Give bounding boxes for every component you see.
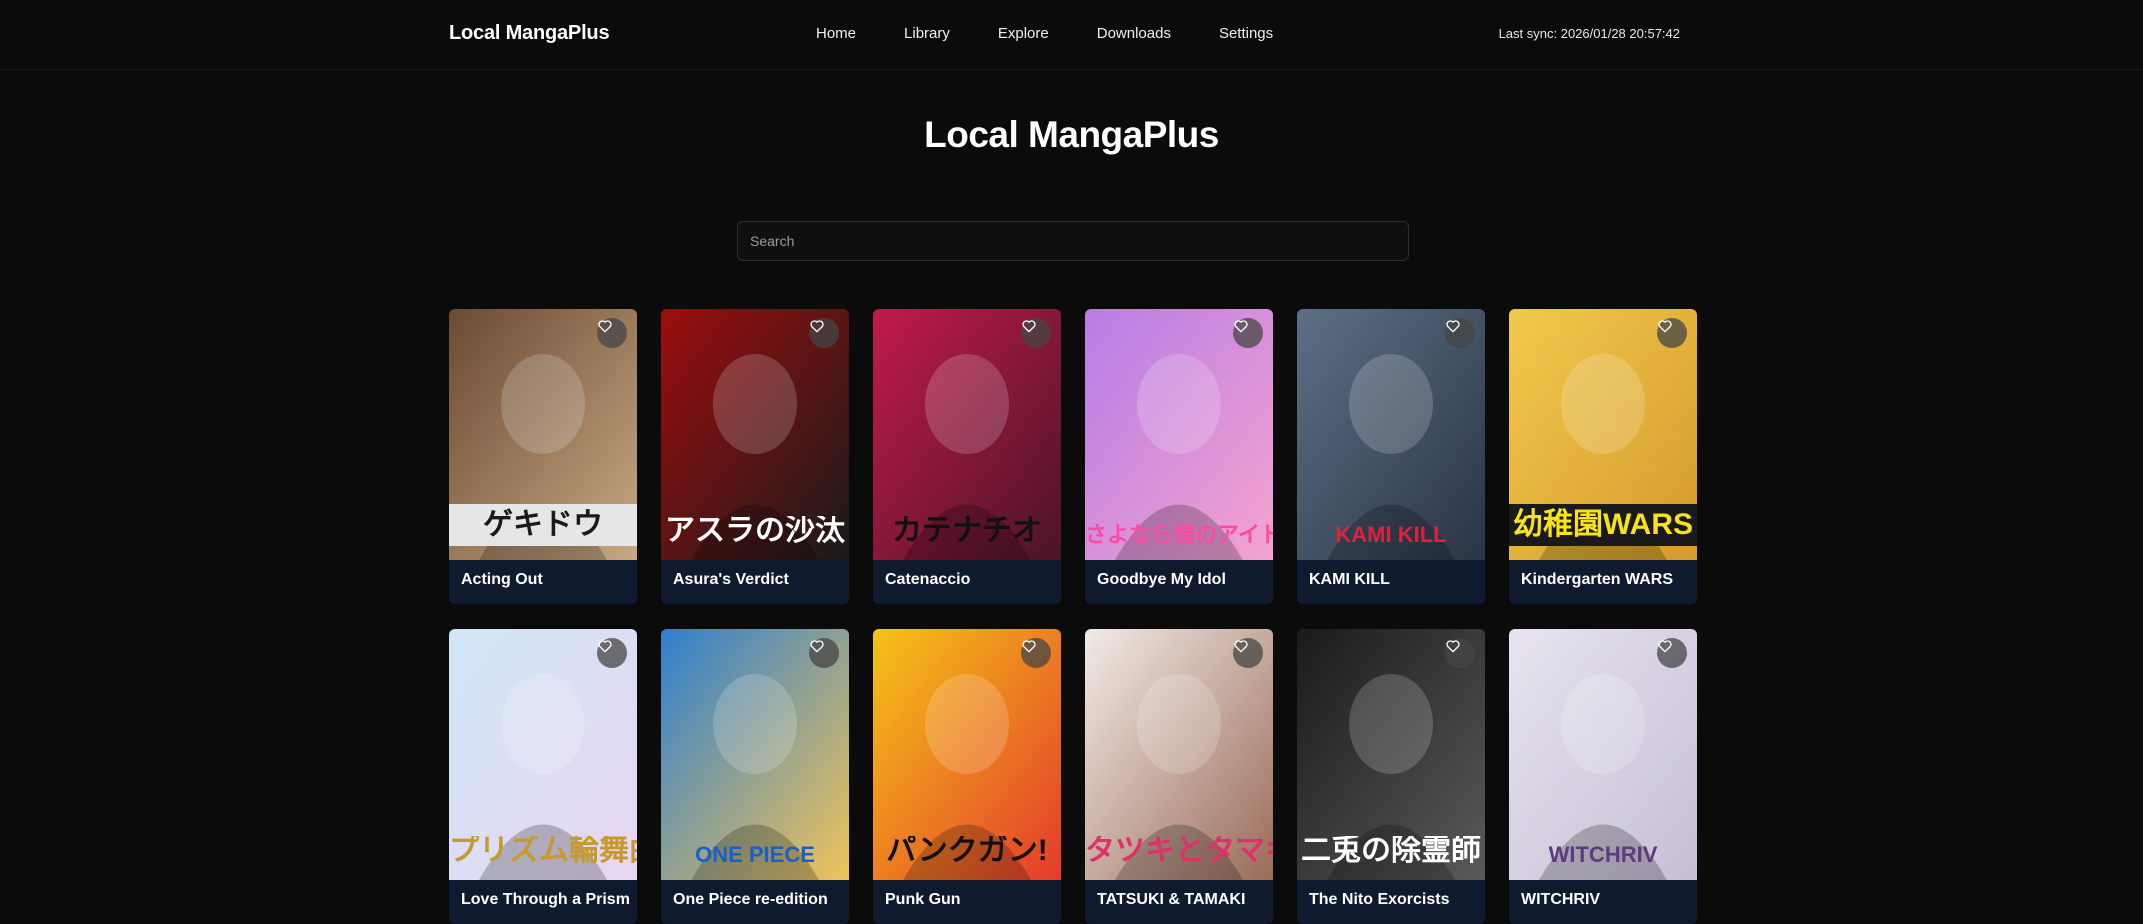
heart-outline-icon	[1446, 320, 1460, 333]
favorite-button[interactable]	[809, 638, 839, 668]
manga-title: Asura's Verdict	[673, 571, 789, 588]
manga-cover[interactable]: WITCHRIV	[1509, 629, 1697, 880]
cover-title-logo: KAMI KILL	[1335, 524, 1447, 546]
nav-settings[interactable]: Settings	[1219, 25, 1273, 42]
manga-title: Acting Out	[461, 571, 543, 588]
manga-title: Kindergarten WARS	[1521, 571, 1674, 588]
manga-title: Love Through a Prism	[461, 891, 630, 908]
last-sync-status: Last sync: 2026/01/28 20:57:42	[1498, 26, 1680, 41]
manga-cover[interactable]: さよなら僕のアイドル	[1085, 309, 1273, 560]
manga-card[interactable]: カテナチオ Catenaccio	[873, 309, 1061, 604]
manga-title: Goodbye My Idol	[1097, 571, 1226, 588]
cover-title-logo: カテナチオ	[892, 516, 1042, 546]
manga-card[interactable]: KAMI KILL KAMI KILL	[1297, 309, 1485, 604]
cover-title-logo: さよなら僕のアイドル	[1085, 524, 1273, 546]
manga-cover[interactable]: タツキとタマキ	[1085, 629, 1273, 880]
heart-outline-icon	[1658, 320, 1672, 333]
heart-outline-icon	[1658, 640, 1672, 653]
manga-card[interactable]: ゲキドウ Acting Out	[449, 309, 637, 604]
manga-cover[interactable]: アスラの沙汰	[661, 309, 849, 560]
manga-cover[interactable]: 幼稚園WARS	[1509, 309, 1697, 560]
manga-cover[interactable]: ONE PIECE	[661, 629, 849, 880]
heart-outline-icon	[1234, 640, 1248, 653]
manga-title: KAMI KILL	[1309, 571, 1390, 588]
favorite-button[interactable]	[1233, 638, 1263, 668]
cover-title-logo: WITCHRIV	[1548, 844, 1658, 866]
favorite-button[interactable]	[1445, 638, 1475, 668]
manga-title: The Nito Exorcists	[1309, 891, 1450, 908]
heart-outline-icon	[1234, 320, 1248, 333]
manga-cover[interactable]: プリズム輪舞曲	[449, 629, 637, 880]
manga-cover[interactable]: パンクガン!	[873, 629, 1061, 880]
manga-title: WITCHRIV	[1521, 891, 1601, 908]
manga-title: TATSUKI & TAMAKI	[1097, 891, 1246, 908]
manga-title: Catenaccio	[885, 571, 971, 588]
nav-home[interactable]: Home	[816, 25, 856, 42]
cover-title-logo: パンクガン!	[886, 836, 1048, 866]
favorite-button[interactable]	[1021, 318, 1051, 348]
cover-title-logo: ONE PIECE	[695, 844, 815, 866]
manga-cover[interactable]: 二兎の除霊師	[1297, 629, 1485, 880]
heart-outline-icon	[810, 640, 824, 653]
cover-title-logo: タツキとタマキ	[1085, 836, 1273, 866]
heart-outline-icon	[1446, 640, 1460, 653]
manga-card[interactable]: WITCHRIV WITCHRIV	[1509, 629, 1697, 924]
heart-outline-icon	[810, 320, 824, 333]
brand-logo[interactable]: Local MangaPlus	[449, 22, 610, 45]
heart-outline-icon	[598, 320, 612, 333]
manga-card[interactable]: アスラの沙汰 Asura's Verdict	[661, 309, 849, 604]
cover-title-logo: プリズム輪舞曲	[449, 836, 637, 866]
manga-card[interactable]: 二兎の除霊師 The Nito Exorcists	[1297, 629, 1485, 924]
favorite-button[interactable]	[1657, 638, 1687, 668]
favorite-button[interactable]	[1021, 638, 1051, 668]
manga-grid: ゲキドウ Acting Out アスラの沙汰 Asura's Verdict カテナチオ…	[449, 309, 1697, 924]
manga-card[interactable]: プリズム輪舞曲 Love Through a Prism	[449, 629, 637, 924]
manga-cover[interactable]: カテナチオ	[873, 309, 1061, 560]
page-title: Local MangaPlus	[924, 114, 1219, 155]
heart-outline-icon	[1022, 640, 1036, 653]
manga-card[interactable]: 幼稚園WARS Kindergarten WARS	[1509, 309, 1697, 604]
manga-title: Punk Gun	[885, 891, 961, 908]
heart-outline-icon	[1022, 320, 1036, 333]
manga-card[interactable]: パンクガン! Punk Gun	[873, 629, 1061, 924]
manga-cover[interactable]: ゲキドウ	[449, 309, 637, 560]
favorite-button[interactable]	[597, 638, 627, 668]
favorite-button[interactable]	[1233, 318, 1263, 348]
favorite-button[interactable]	[597, 318, 627, 348]
cover-title-logo: 二兎の除霊師	[1301, 836, 1481, 866]
search-input[interactable]	[737, 221, 1409, 261]
manga-card[interactable]: タツキとタマキ TATSUKI & TAMAKI	[1085, 629, 1273, 924]
manga-card[interactable]: ONE PIECE One Piece re-edition	[661, 629, 849, 924]
manga-card[interactable]: さよなら僕のアイドル Goodbye My Idol	[1085, 309, 1273, 604]
manga-cover[interactable]: KAMI KILL	[1297, 309, 1485, 560]
favorite-button[interactable]	[809, 318, 839, 348]
favorite-button[interactable]	[1657, 318, 1687, 348]
nav-explore[interactable]: Explore	[998, 25, 1049, 42]
main-nav: Home Library Explore Downloads Settings	[816, 25, 1321, 42]
heart-outline-icon	[598, 640, 612, 653]
top-navbar: Local MangaPlus Home Library Explore Dow…	[0, 0, 2143, 70]
cover-title-logo: 幼稚園WARS	[1509, 504, 1697, 546]
manga-title: One Piece re-edition	[673, 891, 828, 908]
cover-title-logo: アスラの沙汰	[665, 516, 845, 546]
favorite-button[interactable]	[1445, 318, 1475, 348]
cover-title-logo: ゲキドウ	[449, 504, 637, 546]
nav-library[interactable]: Library	[904, 25, 950, 42]
nav-downloads[interactable]: Downloads	[1097, 25, 1171, 42]
